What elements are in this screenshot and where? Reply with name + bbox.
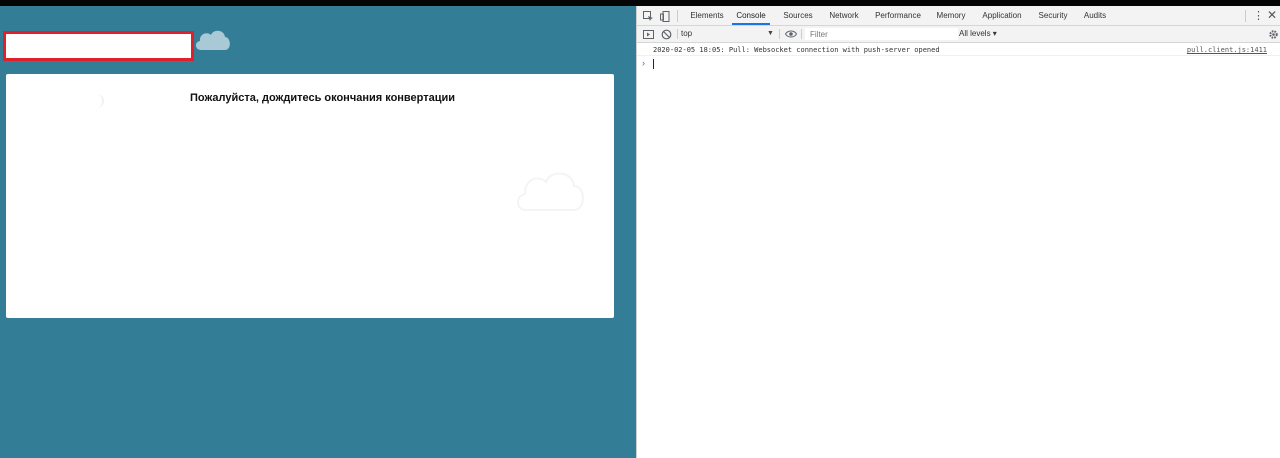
console-prompt[interactable]: › [637, 57, 1280, 70]
tab-console[interactable]: Console [732, 6, 770, 25]
console-toolbar: top ▼ All levels ▾ [637, 26, 1280, 43]
device-toolbar-icon[interactable] [659, 10, 671, 22]
chevron-down-icon[interactable]: ▼ [767, 28, 774, 40]
devtools-panel: Elements Console Sources Network Perform… [636, 6, 1280, 458]
sidebar-toggle-icon[interactable] [642, 28, 654, 40]
kebab-menu-icon[interactable]: ⋮ [1253, 9, 1264, 23]
console-source-link[interactable]: pull.client.js:1411 [1187, 44, 1267, 56]
eye-icon[interactable] [785, 28, 797, 40]
devtools-tab-bar: Elements Console Sources Network Perform… [637, 6, 1280, 26]
toolbar-separator [677, 29, 678, 39]
close-icon[interactable]: ✕ [1267, 8, 1277, 22]
text-caret [653, 59, 654, 69]
cloud-icon [517, 172, 584, 211]
tab-memory[interactable]: Memory [933, 6, 969, 25]
logo-placeholder-highlighted[interactable] [3, 31, 194, 61]
tab-sources[interactable]: Sources [780, 6, 816, 25]
console-message: 2020-02-05 18:05: Pull: Websocket connec… [653, 46, 940, 54]
console-log-row: 2020-02-05 18:05: Pull: Websocket connec… [637, 43, 1280, 56]
settings-gear-icon[interactable] [1267, 28, 1279, 40]
tab-security[interactable]: Security [1035, 6, 1071, 25]
conversion-wait-message: Пожалуйста, дождитесь окончания конверта… [190, 92, 456, 104]
toolbar-separator [779, 29, 780, 39]
tab-audits[interactable]: Audits [1081, 6, 1109, 25]
log-levels-dropdown[interactable]: All levels ▾ [959, 28, 997, 40]
tab-performance[interactable]: Performance [873, 6, 923, 25]
tab-application[interactable]: Application [979, 6, 1025, 25]
tab-elements[interactable]: Elements [687, 6, 727, 25]
tab-network[interactable]: Network [825, 6, 863, 25]
conversion-card: Пожалуйста, дождитесь окончания конверта… [6, 74, 614, 318]
prompt-chevron-icon: › [642, 58, 645, 68]
toolbar-separator [801, 29, 802, 39]
clear-console-icon[interactable] [660, 28, 672, 40]
console-filter-input[interactable] [805, 28, 958, 40]
inspect-element-icon[interactable] [642, 10, 654, 22]
tab-separator [677, 10, 678, 22]
cloud-icon [195, 30, 230, 50]
context-selector[interactable]: top [681, 28, 776, 40]
spinner-icon [90, 94, 104, 108]
web-page: Пожалуйста, дождитесь окончания конверта… [0, 6, 636, 458]
tab-separator [1245, 10, 1246, 22]
